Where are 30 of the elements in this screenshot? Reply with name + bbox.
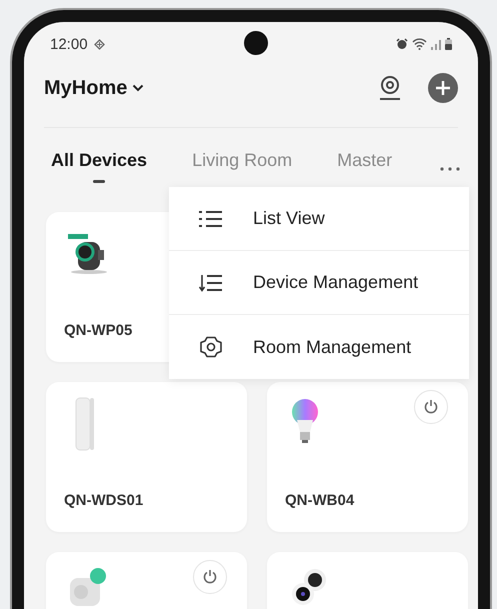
room-tab[interactable]: All Devices — [51, 150, 148, 183]
camera-button[interactable] — [378, 75, 402, 101]
menu-item[interactable]: List View — [169, 187, 469, 251]
camera-hole — [244, 31, 268, 55]
status-time: 12:00 — [50, 36, 88, 52]
power-button[interactable] — [193, 560, 227, 594]
sort-list-icon — [199, 274, 223, 292]
power-button[interactable] — [414, 390, 448, 424]
alarm-icon — [396, 38, 408, 50]
device-name: QN-WB04 — [285, 492, 356, 509]
list-icon — [199, 210, 223, 228]
menu-item[interactable]: Room Management — [169, 315, 469, 379]
more-icon[interactable] — [440, 167, 460, 171]
device-name: QN-WDS01 — [64, 492, 144, 509]
plus-icon — [435, 80, 451, 96]
settings-icon — [199, 335, 223, 359]
diamond-icon — [94, 38, 105, 50]
chevron-down-icon[interactable] — [132, 84, 144, 92]
power-icon — [423, 399, 439, 415]
device-card[interactable]: QN-WB04 — [267, 382, 468, 532]
wifi-icon — [412, 38, 427, 50]
device-name: QN-WP05 — [64, 322, 134, 339]
power-icon — [202, 569, 218, 585]
home-title: MyHome — [44, 76, 128, 100]
battery-icon — [445, 38, 452, 50]
signal-icon — [431, 38, 441, 50]
menu-item[interactable]: Device Management — [169, 251, 469, 315]
device-card[interactable]: QN-WDS01 — [46, 382, 247, 532]
camera-icon — [378, 75, 402, 101]
add-button[interactable] — [428, 73, 458, 103]
